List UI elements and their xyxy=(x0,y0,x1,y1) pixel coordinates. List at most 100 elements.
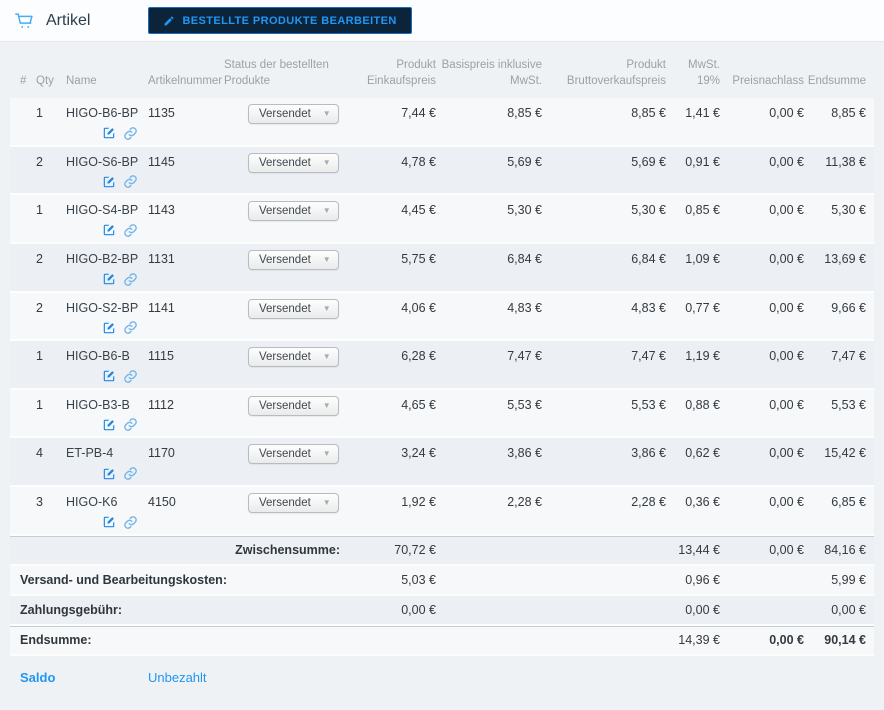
basispreis-cell: 6,84 € xyxy=(507,251,542,266)
endsumme-cell: 13,69 € xyxy=(824,251,866,266)
einkaufspreis-cell: 5,75 € xyxy=(401,251,436,266)
endsumme-cell: 6,85 € xyxy=(831,495,866,510)
edit-product-icon[interactable] xyxy=(102,515,116,529)
status-cell: Versendet ▼ xyxy=(224,249,340,287)
status-value: Versendet xyxy=(259,108,311,121)
edit-product-icon[interactable] xyxy=(102,272,116,286)
edit-product-icon[interactable] xyxy=(102,467,116,481)
subtotal-row: Zwischensumme: 70,72 € 13,44 € 0,00 € 84… xyxy=(10,535,874,566)
col-header-preisnachlass: Preisnachlass xyxy=(732,74,804,87)
edit-ordered-products-button[interactable]: BESTELLTE PRODUKTE BEARBEITEN xyxy=(148,7,412,34)
link-product-icon[interactable] xyxy=(123,223,138,238)
table-row: 1 HIGO-B6-B 1115 Versendet ▼ 6,28 € 7,47 … xyxy=(10,341,874,390)
row-index-cell xyxy=(10,203,36,238)
status-dropdown[interactable]: Versendet ▼ xyxy=(248,395,339,416)
link-product-icon[interactable] xyxy=(123,174,138,189)
bruttoverkaufspreis-cell: 4,83 € xyxy=(631,300,666,315)
mwst-cell: 0,36 € xyxy=(685,495,720,510)
product-name: ET-PB-4 xyxy=(66,446,114,461)
subtotal-endsumme: 84,16 € xyxy=(824,543,866,558)
status-cell: Versendet ▼ xyxy=(224,104,340,141)
link-product-icon[interactable] xyxy=(123,320,138,335)
grand-total-endsumme: 90,14 € xyxy=(824,633,866,648)
preisnachlass-cell: 0,00 € xyxy=(769,446,804,461)
product-name: HIGO-S6-BP xyxy=(66,154,139,169)
edit-product-icon[interactable] xyxy=(102,321,116,335)
col-header-mwst: MwSt. 19% xyxy=(688,59,720,87)
mwst-cell: 0,77 € xyxy=(685,300,720,315)
bruttoverkaufspreis-cell: 7,47 € xyxy=(631,349,666,364)
edit-product-icon[interactable] xyxy=(102,223,116,237)
chevron-down-icon: ▼ xyxy=(322,109,331,119)
status-dropdown[interactable]: Versendet ▼ xyxy=(248,152,339,173)
status-dropdown[interactable]: Versendet ▼ xyxy=(248,249,339,270)
qty-cell: 1 xyxy=(36,203,43,218)
shipping-row: Versand- und Bearbeitungskosten: 5,03 € … xyxy=(10,565,874,596)
payment-fee-endsumme: 0,00 € xyxy=(831,602,866,617)
row-index-cell xyxy=(10,252,36,287)
col-header-qty: Qty xyxy=(36,74,54,87)
chevron-down-icon: ▼ xyxy=(322,449,331,459)
row-index-cell xyxy=(10,301,36,336)
name-cell: HIGO-B3-B xyxy=(66,398,148,433)
bruttoverkaufspreis-cell: 5,69 € xyxy=(631,154,666,169)
name-cell: HIGO-B6-BP xyxy=(66,106,148,141)
shipping-label: Versand- und Bearbeitungskosten: xyxy=(20,572,227,587)
link-product-icon[interactable] xyxy=(123,466,138,481)
status-dropdown[interactable]: Versendet ▼ xyxy=(248,298,339,319)
edit-product-icon[interactable] xyxy=(102,175,116,189)
edit-product-icon[interactable] xyxy=(102,369,116,383)
status-dropdown[interactable]: Versendet ▼ xyxy=(248,104,339,125)
status-dropdown[interactable]: Versendet ▼ xyxy=(248,347,339,368)
row-actions xyxy=(102,320,148,335)
endsumme-cell: 15,42 € xyxy=(824,446,866,461)
chevron-down-icon: ▼ xyxy=(322,206,331,216)
basispreis-cell: 3,86 € xyxy=(507,446,542,461)
status-value: Versendet xyxy=(259,156,311,169)
link-product-icon[interactable] xyxy=(123,126,138,141)
artikelnummer-cell: 1115 xyxy=(148,349,174,364)
col-header-hash: # xyxy=(20,74,27,87)
product-name: HIGO-S4-BP xyxy=(66,203,139,218)
basispreis-cell: 8,85 € xyxy=(507,106,542,121)
row-index-cell xyxy=(10,349,36,384)
qty-cell: 2 xyxy=(36,251,43,266)
edit-product-icon[interactable] xyxy=(102,418,116,432)
status-dropdown[interactable]: Versendet ▼ xyxy=(248,493,339,514)
status-dropdown[interactable]: Versendet ▼ xyxy=(248,444,339,465)
einkaufspreis-cell: 4,06 € xyxy=(401,300,436,315)
edit-product-icon[interactable] xyxy=(102,126,116,140)
table-row: 1 HIGO-B6-BP 1135 Versendet ▼ 7,44 € 8,85… xyxy=(10,98,874,147)
table-header-row: # Qty Name Artikelnummer Status der best… xyxy=(10,42,874,98)
table-row: 3 HIGO-K6 4150 Versendet ▼ 1,92 € 2,28 € … xyxy=(10,487,874,536)
link-product-icon[interactable] xyxy=(123,515,138,530)
saldo-status-link[interactable]: Unbezahlt xyxy=(148,670,207,685)
col-header-endsumme: Endsumme xyxy=(807,74,866,87)
status-dropdown[interactable]: Versendet ▼ xyxy=(248,201,339,222)
status-value: Versendet xyxy=(259,205,311,218)
einkaufspreis-cell: 4,45 € xyxy=(401,203,436,218)
pencil-icon xyxy=(163,15,175,27)
mwst-cell: 0,62 € xyxy=(685,446,720,461)
payment-fee-einkaufspreis: 0,00 € xyxy=(401,602,436,617)
shipping-mwst: 0,96 € xyxy=(685,572,720,587)
chevron-down-icon: ▼ xyxy=(322,254,331,264)
table-row: 2 HIGO-B2-BP 1131 Versendet ▼ 5,75 € 6,84… xyxy=(10,243,874,293)
artikelnummer-cell: 1170 xyxy=(148,446,175,461)
name-cell: HIGO-K6 xyxy=(66,495,148,530)
qty-cell: 1 xyxy=(36,349,43,364)
einkaufspreis-cell: 1,92 € xyxy=(401,495,436,510)
payment-fee-row: Zahlungsgebühr: 0,00 € 0,00 € 0,00 € xyxy=(10,595,874,626)
shipping-einkaufspreis: 5,03 € xyxy=(401,572,436,587)
preisnachlass-cell: 0,00 € xyxy=(769,203,804,218)
link-product-icon[interactable] xyxy=(123,369,138,384)
col-header-status: Status der bestellten Produkte xyxy=(224,59,329,87)
status-value: Versendet xyxy=(259,351,311,364)
basispreis-cell: 2,28 € xyxy=(507,495,542,510)
link-product-icon[interactable] xyxy=(123,272,138,287)
grand-total-row: Endsumme: 14,39 € 0,00 € 90,14 € xyxy=(10,625,874,656)
name-cell: HIGO-S4-BP xyxy=(66,203,148,238)
mwst-cell: 0,91 € xyxy=(685,154,720,169)
link-product-icon[interactable] xyxy=(123,417,138,432)
endsumme-cell: 8,85 € xyxy=(831,106,866,121)
